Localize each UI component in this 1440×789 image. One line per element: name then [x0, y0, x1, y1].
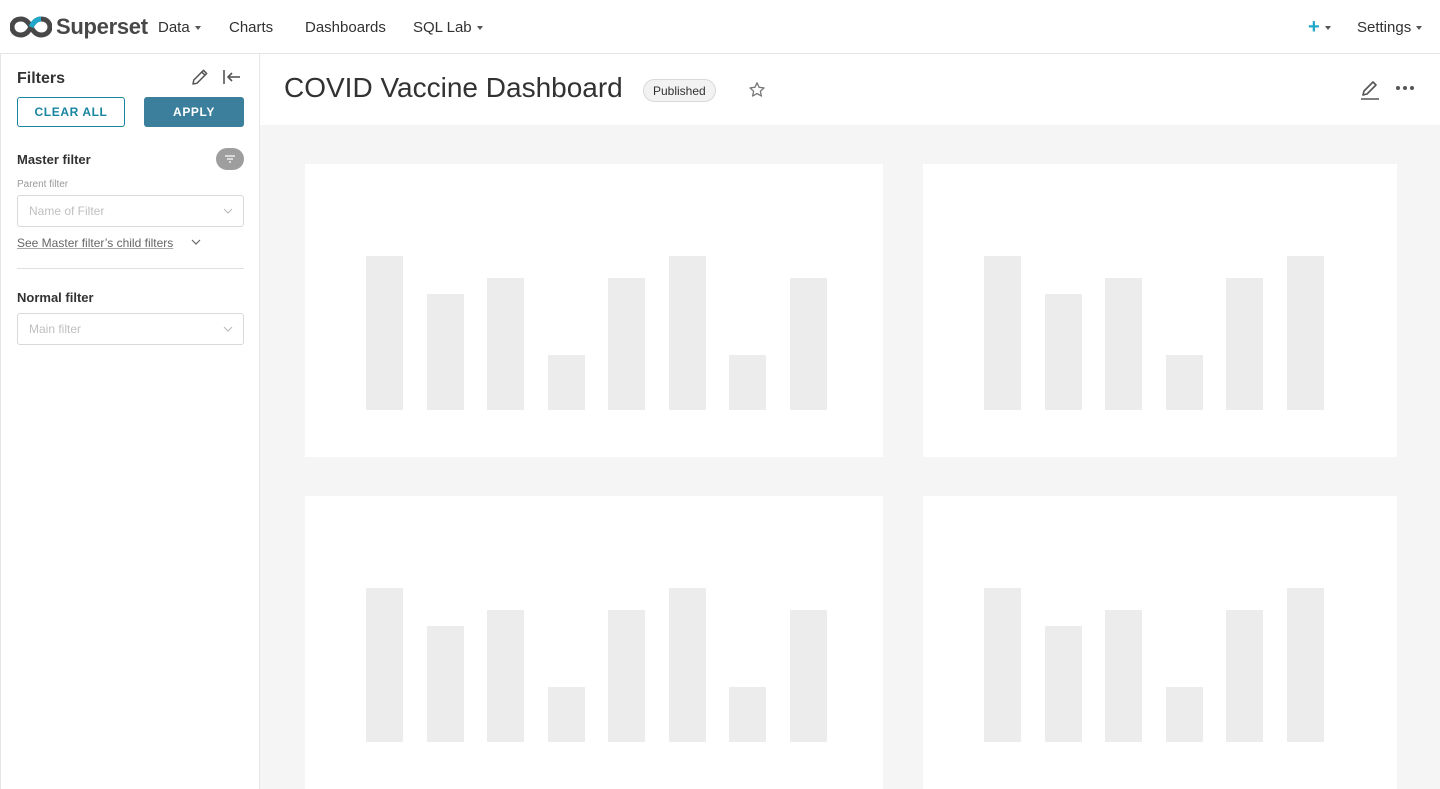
- normal-filter-select[interactable]: Main filter: [17, 313, 244, 345]
- placeholder-bar: [729, 687, 766, 742]
- normal-filter-placeholder: Main filter: [29, 322, 82, 336]
- placeholder-bar: [1287, 256, 1324, 410]
- child-filters-link[interactable]: See Master filter’s child filters: [17, 236, 173, 250]
- placeholder-bar: [790, 278, 827, 410]
- nav-charts[interactable]: Charts: [229, 16, 273, 38]
- placeholder-bar: [1166, 355, 1203, 410]
- placeholder-bar: [729, 355, 766, 410]
- collapse-left-icon[interactable]: [221, 66, 243, 88]
- placeholder-bar: [548, 355, 585, 410]
- chart-placeholder-card: [305, 164, 883, 457]
- placeholder-bar: [427, 626, 464, 742]
- dashboard-title[interactable]: COVID Vaccine Dashboard: [284, 72, 623, 104]
- placeholder-bar: [427, 294, 464, 410]
- placeholder-bar: [1105, 278, 1142, 410]
- placeholder-bar: [1287, 588, 1324, 742]
- master-filter-name: Master filter: [17, 152, 91, 167]
- placeholder-bar: [984, 588, 1021, 742]
- caret-down-icon: [1416, 25, 1423, 30]
- chart-placeholder-card: [923, 496, 1397, 789]
- clear-all-button[interactable]: CLEAR ALL: [17, 97, 125, 127]
- chart-placeholder-card: [305, 496, 883, 789]
- placeholder-bar: [1166, 687, 1203, 742]
- status-badge[interactable]: Published: [643, 79, 716, 102]
- parent-filter-label: Parent filter: [17, 179, 69, 190]
- chevron-down-icon[interactable]: [191, 237, 201, 247]
- divider: [17, 268, 244, 269]
- placeholder-bar: [984, 256, 1021, 410]
- dashboard-header: COVID Vaccine Dashboard Published: [260, 54, 1440, 125]
- nav-data-menu[interactable]: Data: [158, 16, 201, 38]
- caret-down-icon: [194, 25, 201, 30]
- nav-dashboards[interactable]: Dashboards: [305, 16, 386, 38]
- nav-dashboards-label: Dashboards: [305, 18, 386, 36]
- apply-button[interactable]: APPLY: [144, 97, 244, 127]
- superset-logo[interactable]: Superset: [10, 12, 148, 42]
- placeholder-bar: [608, 610, 645, 742]
- filter-indicator[interactable]: [216, 148, 244, 170]
- edit-icon[interactable]: [1358, 78, 1382, 102]
- placeholder-bar: [1045, 294, 1082, 410]
- top-navbar: Superset Data Charts Dashboards SQL Lab …: [0, 0, 1440, 54]
- placeholder-bar: [1105, 610, 1142, 742]
- placeholder-bar: [790, 610, 827, 742]
- star-icon[interactable]: [748, 81, 766, 99]
- new-item-menu[interactable]: +: [1308, 15, 1331, 39]
- caret-down-icon: [1324, 25, 1331, 30]
- dashboard-grid: [260, 125, 1440, 789]
- filter-sidebar: Filters CLEAR ALL APPLY Master filter Pa…: [0, 54, 260, 789]
- placeholder-bar: [608, 278, 645, 410]
- placeholder-bar: [669, 588, 706, 742]
- placeholder-bar: [1226, 610, 1263, 742]
- nav-sql-lab-menu[interactable]: SQL Lab: [413, 16, 483, 38]
- nav-sql-lab-label: SQL Lab: [413, 18, 472, 36]
- placeholder-bar: [487, 278, 524, 410]
- filter-lines-icon: [225, 155, 235, 163]
- placeholder-bar: [669, 256, 706, 410]
- placeholder-bar: [1045, 626, 1082, 742]
- placeholder-bar: [1226, 278, 1263, 410]
- plus-icon: +: [1308, 16, 1320, 38]
- chevron-down-icon: [223, 208, 233, 214]
- caret-down-icon: [476, 25, 483, 30]
- nav-charts-label: Charts: [229, 18, 274, 36]
- settings-menu[interactable]: Settings: [1357, 16, 1423, 38]
- more-horizontal-icon[interactable]: [1394, 80, 1416, 96]
- chart-placeholder-card: [923, 164, 1397, 457]
- pencil-icon[interactable]: [189, 66, 211, 88]
- normal-filter-name: Normal filter: [17, 290, 94, 305]
- master-filter-placeholder: Name of Filter: [29, 204, 105, 218]
- placeholder-bar: [366, 256, 403, 410]
- settings-label: Settings: [1357, 18, 1412, 36]
- placeholder-bar: [487, 610, 524, 742]
- chevron-down-icon: [223, 326, 233, 332]
- master-filter-select[interactable]: Name of Filter: [17, 195, 244, 227]
- placeholder-bar: [548, 687, 585, 742]
- brand-name: Superset: [56, 14, 148, 39]
- filters-title: Filters: [17, 70, 66, 87]
- placeholder-bar: [366, 588, 403, 742]
- superset-logo-icon: [10, 16, 52, 38]
- nav-data-label: Data: [158, 18, 190, 36]
